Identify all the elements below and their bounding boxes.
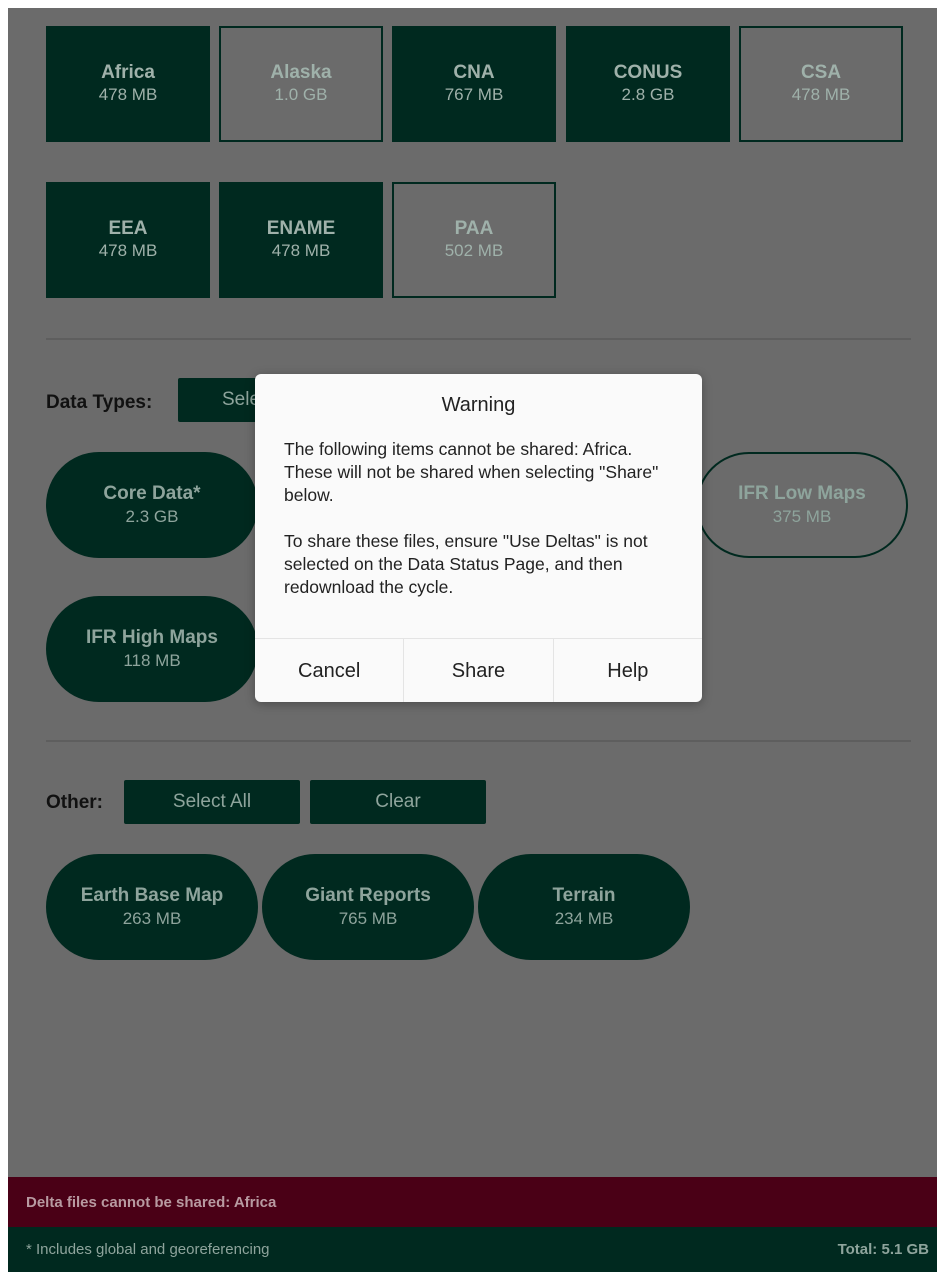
- delta-warning-text: Delta files cannot be shared: Africa: [26, 1193, 277, 1211]
- total-size: Total: 5.1 GB: [837, 1241, 929, 1258]
- other-item-name: Earth Base Map: [80, 885, 224, 906]
- region-name: EEA: [108, 218, 148, 239]
- other-terrain[interactable]: Terrain 234 MB: [478, 854, 690, 960]
- share-button[interactable]: Share: [403, 639, 552, 702]
- data-type-name: IFR Low Maps: [738, 483, 866, 504]
- other-item-name: Terrain: [552, 885, 616, 906]
- help-button[interactable]: Help: [552, 639, 702, 702]
- dialog-message-2: To share these files, ensure "Use Deltas…: [284, 531, 648, 597]
- region-tile-alaska[interactable]: Alaska 1.0 GB: [219, 26, 383, 142]
- data-type-size: 375 MB: [772, 507, 832, 526]
- other-earth-base-map[interactable]: Earth Base Map 263 MB: [46, 854, 258, 960]
- other-clear-button[interactable]: Clear: [310, 780, 486, 824]
- other-item-size: 263 MB: [122, 909, 182, 928]
- data-type-name: Core Data*: [103, 483, 201, 504]
- region-size: 478 MB: [271, 241, 331, 260]
- other-select-all-button[interactable]: Select All: [124, 780, 300, 824]
- region-size: 2.8 GB: [621, 85, 675, 104]
- data-type-core-data[interactable]: Core Data* 2.3 GB: [46, 452, 258, 558]
- data-type-size: 2.3 GB: [125, 507, 179, 526]
- data-type-ifr-high-maps[interactable]: IFR High Maps 118 MB: [46, 596, 258, 702]
- other-label: Other:: [46, 792, 103, 813]
- region-name: Alaska: [270, 62, 332, 83]
- other-giant-reports[interactable]: Giant Reports 765 MB: [262, 854, 474, 960]
- region-name: CNA: [453, 62, 495, 83]
- region-name: PAA: [454, 218, 494, 239]
- region-tile-ename[interactable]: ENAME 478 MB: [219, 182, 383, 298]
- region-tile-csa[interactable]: CSA 478 MB: [739, 26, 903, 142]
- other-item-name: Giant Reports: [305, 885, 431, 906]
- region-tile-cna[interactable]: CNA 767 MB: [392, 26, 556, 142]
- region-tile-paa[interactable]: PAA 502 MB: [392, 182, 556, 298]
- region-name: ENAME: [266, 218, 336, 239]
- region-size: 478 MB: [791, 85, 851, 104]
- data-type-size: 118 MB: [123, 651, 181, 670]
- footer-note: * Includes global and georeferencing: [26, 1241, 270, 1258]
- region-name: CSA: [800, 62, 842, 83]
- footer-bar: * Includes global and georeferencing Tot…: [8, 1227, 937, 1272]
- region-tile-eea[interactable]: EEA 478 MB: [46, 182, 210, 298]
- dialog-message: The following items cannot be shared: Af…: [284, 438, 674, 622]
- data-type-name: IFR High Maps: [86, 627, 218, 648]
- delta-warning-bar: Delta files cannot be shared: Africa: [8, 1177, 937, 1227]
- data-types-label: Data Types:: [46, 392, 153, 413]
- cancel-button[interactable]: Cancel: [255, 639, 403, 702]
- dialog-message-1: The following items cannot be shared: Af…: [284, 439, 659, 505]
- warning-dialog: Warning The following items cannot be sh…: [255, 374, 702, 702]
- region-size: 1.0 GB: [274, 85, 328, 104]
- region-name: CONUS: [613, 62, 683, 83]
- other-item-size: 765 MB: [338, 909, 398, 928]
- section-divider: [46, 740, 911, 742]
- region-size: 502 MB: [444, 241, 504, 260]
- dialog-actions: Cancel Share Help: [255, 638, 702, 702]
- region-size: 478 MB: [98, 85, 158, 104]
- region-size: 478 MB: [98, 241, 158, 260]
- dialog-title: Warning: [441, 394, 516, 416]
- region-size: 767 MB: [444, 85, 504, 104]
- data-type-ifr-low-maps[interactable]: IFR Low Maps 375 MB: [696, 452, 908, 558]
- region-tile-africa[interactable]: Africa 478 MB: [46, 26, 210, 142]
- section-divider: [46, 338, 911, 340]
- other-item-size: 234 MB: [554, 909, 614, 928]
- region-tile-conus[interactable]: CONUS 2.8 GB: [566, 26, 730, 142]
- region-name: Africa: [101, 62, 155, 83]
